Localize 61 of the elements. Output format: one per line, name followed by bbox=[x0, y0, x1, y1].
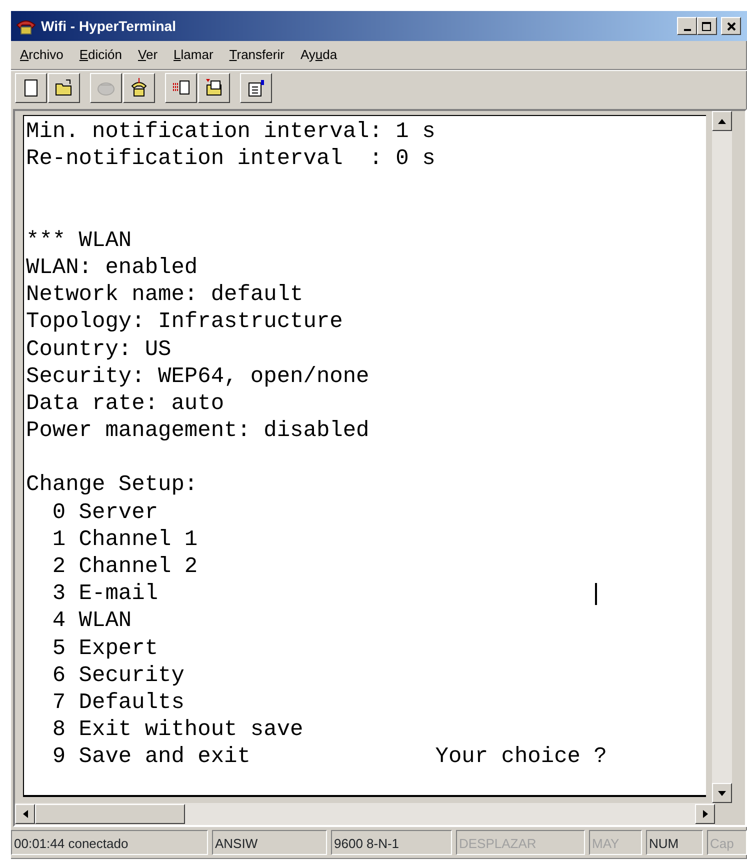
document-icon bbox=[171, 78, 191, 98]
terminal-line: Data rate: auto bbox=[26, 390, 224, 418]
scroll-right-button[interactable] bbox=[695, 804, 715, 824]
toolbar-button[interactable] bbox=[48, 72, 80, 102]
toolbar-button[interactable] bbox=[240, 72, 272, 102]
terminal-line: Security: WEP64, open/none bbox=[26, 362, 370, 390]
terminal-line: 7 Defaults bbox=[51, 688, 184, 716]
toolbar-button[interactable] bbox=[165, 72, 197, 102]
scroll-down-button[interactable] bbox=[712, 783, 732, 803]
status-panel: 9600 8-N-1 bbox=[331, 830, 452, 855]
terminal-line: 8 Exit without save bbox=[51, 716, 304, 744]
terminal-line: 5 Expert bbox=[51, 634, 158, 662]
terminal-line: *** WLAN bbox=[26, 226, 132, 254]
menu-item[interactable]: Ayuda bbox=[300, 45, 338, 65]
toolbar-button[interactable] bbox=[123, 72, 155, 102]
toolbar-button[interactable] bbox=[15, 72, 47, 102]
down-arrow-icon bbox=[718, 790, 726, 796]
toolbar-button[interactable] bbox=[198, 72, 230, 102]
terminal-line: 3 E-mail bbox=[51, 580, 158, 608]
terminal-line: 9 Save and exit Your choice ? bbox=[51, 743, 607, 770]
terminal-line: Network name: default bbox=[26, 281, 304, 308]
terminal-line: 2 Channel 2 bbox=[51, 553, 198, 580]
minimize-icon bbox=[684, 28, 690, 30]
horizontal-scrollbar[interactable] bbox=[15, 803, 715, 825]
close-button[interactable] bbox=[721, 17, 741, 35]
terminal-line: Power management: disabled bbox=[26, 417, 370, 444]
maximize-button[interactable] bbox=[697, 17, 717, 35]
status-panel: NUM bbox=[646, 830, 703, 855]
clipboard-icon bbox=[246, 78, 266, 98]
minimize-button[interactable] bbox=[677, 17, 697, 35]
left-arrow-icon bbox=[22, 810, 28, 818]
terminal-line: WLAN: enabled bbox=[26, 254, 198, 282]
vertical-scrollbar[interactable] bbox=[712, 111, 732, 803]
close-icon bbox=[726, 22, 736, 30]
window-title: Wifi - HyperTerminal bbox=[41, 16, 176, 36]
terminal-line: Change Setup: bbox=[26, 471, 198, 499]
terminal-line: Min. notification interval: 1 s bbox=[26, 118, 436, 146]
scroll-left-button[interactable] bbox=[15, 804, 35, 824]
right-arrow-icon bbox=[702, 810, 708, 818]
menu-item[interactable]: Archivo bbox=[20, 45, 64, 65]
terminal-line: 0 Server bbox=[51, 498, 158, 526]
menu-item[interactable]: Llamar bbox=[174, 45, 214, 65]
menu-item[interactable]: Transferir bbox=[229, 45, 284, 65]
folder-icon bbox=[54, 78, 74, 98]
terminal-line: 4 WLAN bbox=[51, 607, 132, 635]
up-arrow-icon bbox=[718, 118, 726, 124]
folder-icon bbox=[204, 78, 224, 98]
terminal-line: 6 Security bbox=[51, 662, 184, 689]
scroll-up-button[interactable] bbox=[712, 111, 732, 131]
scroll-thumb[interactable] bbox=[35, 804, 185, 824]
maximize-icon bbox=[702, 22, 712, 30]
status-panel: 00:01:44 conectado bbox=[11, 830, 208, 855]
text-cursor bbox=[595, 583, 597, 605]
terminal-line: Re-notification interval : 0 s bbox=[26, 145, 436, 172]
terminal-line: Country: US bbox=[26, 336, 172, 363]
menu-item[interactable]: Edición bbox=[79, 45, 122, 65]
terminal-line: 1 Channel 1 bbox=[51, 526, 198, 553]
status-panel: ANSIW bbox=[212, 830, 327, 855]
menu-item[interactable]: Ver bbox=[138, 45, 158, 65]
terminal-screen[interactable] bbox=[23, 115, 706, 797]
terminal-line: Topology: Infrastructure bbox=[26, 308, 343, 336]
